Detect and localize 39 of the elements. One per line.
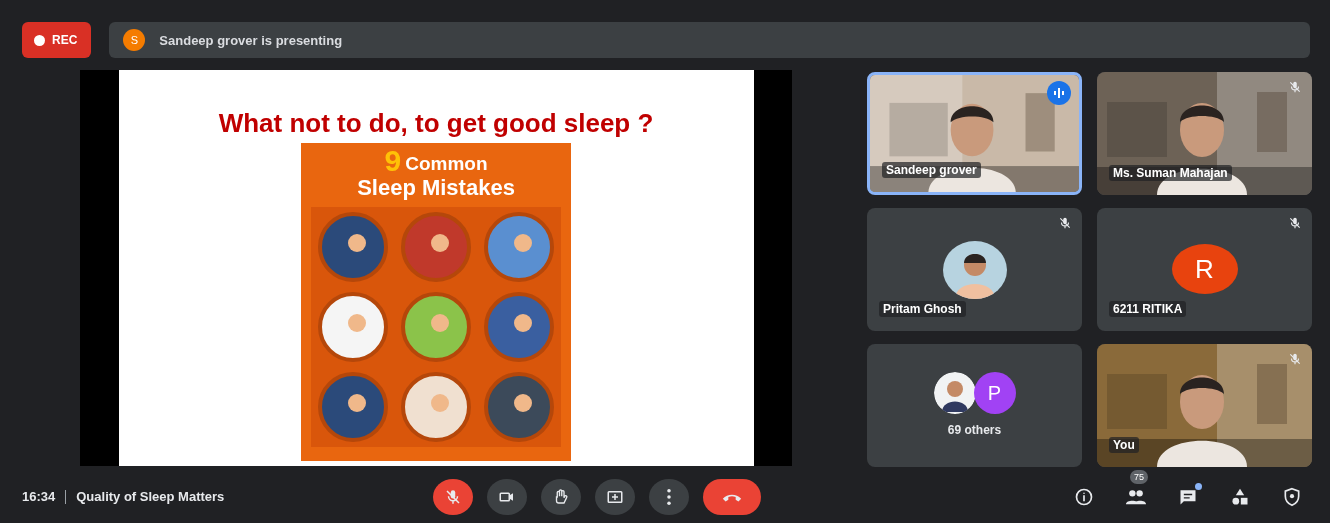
infographic-title: Common bbox=[405, 153, 488, 175]
participant-tile[interactable]: Pritam Ghosh bbox=[867, 208, 1082, 331]
presenter-avatar: S bbox=[123, 29, 146, 51]
participant-tile[interactable]: P 69 others bbox=[867, 344, 1082, 467]
muted-mic-icon bbox=[1288, 352, 1302, 366]
slide-title: What not to do, to get good sleep ? bbox=[218, 108, 654, 139]
participant-name: 6211 RITIKA bbox=[1109, 301, 1187, 317]
more-button[interactable] bbox=[649, 478, 690, 515]
info-icon bbox=[1074, 486, 1094, 507]
mic-button[interactable] bbox=[433, 478, 474, 515]
presenting-text: Sandeep grover is presenting bbox=[159, 32, 343, 48]
participant-tile[interactable]: Sandeep grover bbox=[867, 72, 1082, 195]
participant-name: You bbox=[1109, 437, 1139, 453]
muted-mic-icon bbox=[1288, 80, 1302, 94]
present-button[interactable] bbox=[595, 478, 636, 515]
participant-tile[interactable]: Ms. Suman Mahajan bbox=[1097, 72, 1312, 195]
recording-button[interactable]: REC bbox=[22, 22, 92, 58]
more-icon bbox=[667, 488, 672, 505]
muted-mic-icon bbox=[1288, 216, 1302, 230]
participant-name: Ms. Suman Mahajan bbox=[1109, 165, 1232, 181]
participant-name: Pritam Ghosh bbox=[879, 301, 966, 317]
avatar: R bbox=[1171, 244, 1238, 294]
hangup-button[interactable] bbox=[703, 478, 762, 515]
meeting-title: Quality of Sleep Matters bbox=[76, 489, 225, 504]
shield-icon bbox=[1282, 486, 1302, 507]
avatar bbox=[933, 372, 976, 414]
avatar: P bbox=[973, 372, 1016, 414]
muted-mic-icon bbox=[1058, 216, 1072, 230]
participant-count: 69 others bbox=[946, 423, 1003, 437]
camera-button[interactable] bbox=[487, 478, 528, 515]
count-badge: 75 bbox=[1130, 469, 1148, 484]
participant-tile[interactable]: You bbox=[1097, 344, 1312, 467]
meeting-time: 16:34 bbox=[22, 489, 56, 504]
infographic-number: 9 bbox=[384, 147, 402, 175]
hand-button[interactable] bbox=[541, 478, 582, 515]
shapes-icon bbox=[1230, 486, 1250, 507]
infographic-title: Sleep Mistakes bbox=[357, 175, 515, 201]
participant-name: Sandeep grover bbox=[882, 162, 981, 178]
participant-tile[interactable]: R 6211 RITIKA bbox=[1097, 208, 1312, 331]
